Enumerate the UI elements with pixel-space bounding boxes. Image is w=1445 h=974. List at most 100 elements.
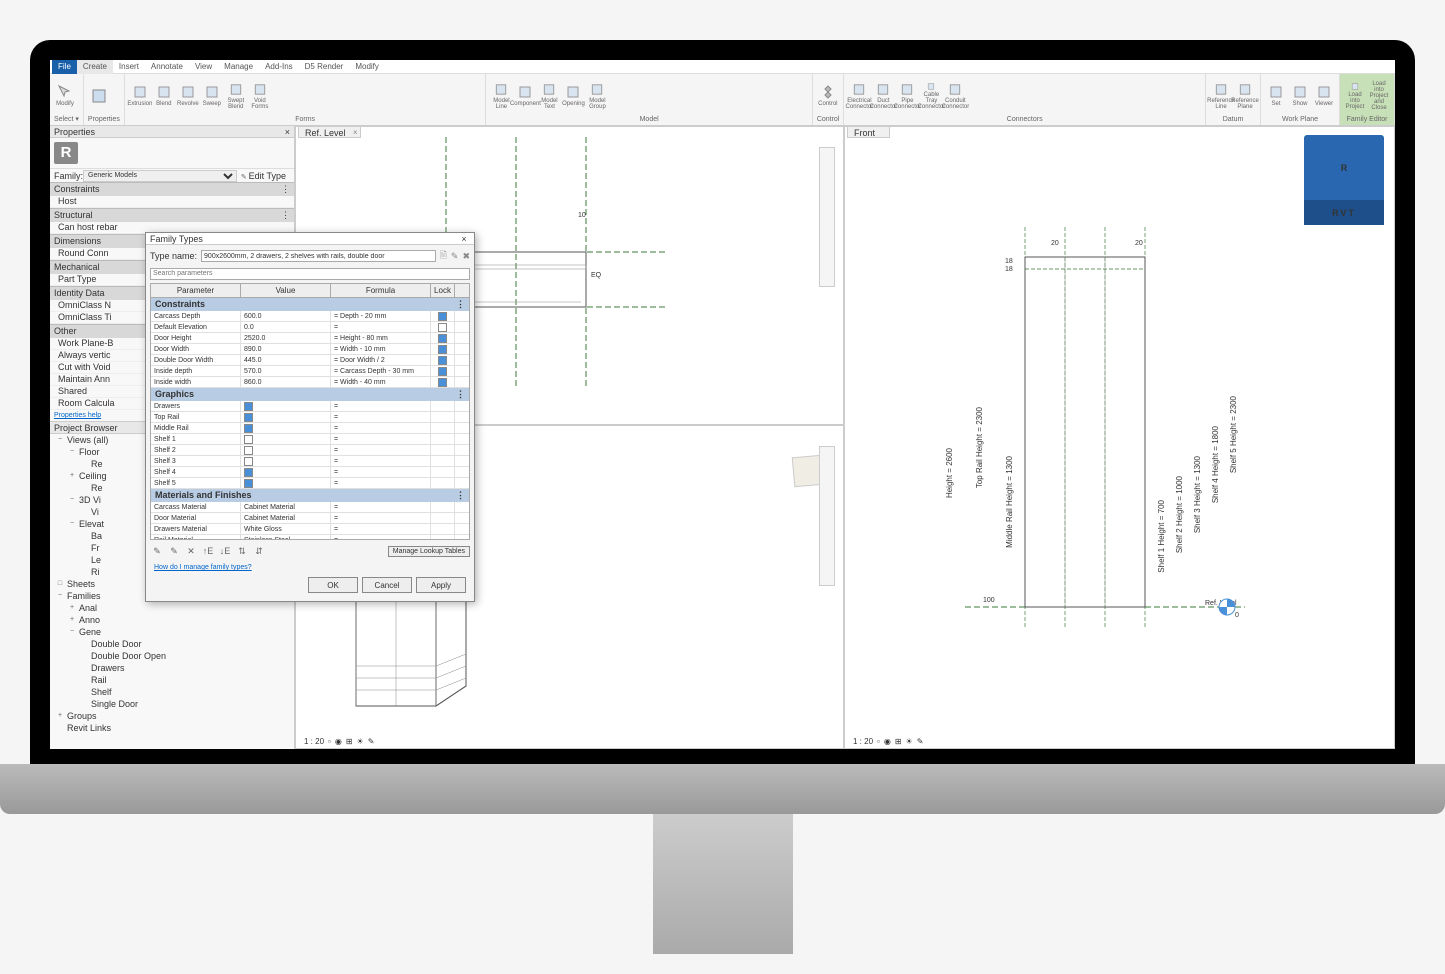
param-row[interactable]: Door Height2520.0= Height - 80 mm [151,333,469,344]
sort-desc-icon[interactable]: ⇵ [252,544,266,558]
navigation-bar[interactable] [819,147,835,287]
show-button[interactable]: Show [1289,82,1311,110]
cancel-button[interactable]: Cancel [362,577,412,593]
type-name-input[interactable] [201,250,436,262]
delete-type-icon[interactable]: ✖ [462,251,470,262]
new-type-icon[interactable]: 🗎 [440,248,447,264]
navigation-bar[interactable] [819,446,835,586]
modify-param-icon[interactable]: ✎ [167,544,181,558]
move-up-icon[interactable]: ↑E [201,544,215,558]
view-control-bar[interactable]: 1 : 20▫◉⊞☀✎ [304,737,374,746]
tree-item[interactable]: Revit Links [50,722,294,734]
viewport-front[interactable]: Front R RVT [844,126,1395,749]
tab-manage[interactable]: Manage [218,60,259,74]
param-row[interactable]: Shelf 2= [151,445,469,456]
tab-annotate[interactable]: Annotate [145,60,189,74]
search-input[interactable] [150,268,470,280]
sweptblend-button[interactable]: Swept Blend [225,82,247,110]
param-section[interactable]: Materials and Finishes⋮ [151,489,469,502]
elec-button[interactable]: Electrical Connector [848,82,870,110]
prop-row[interactable]: Host [50,196,294,208]
param-row[interactable]: Inside width860.0= Width - 40 mm [151,377,469,388]
manage-lookup-button[interactable]: Manage Lookup Tables [388,546,470,557]
pipe-button[interactable]: Pipe Connector [896,82,918,110]
tree-item[interactable]: Double Door Open [50,650,294,662]
component-button[interactable]: Component [514,82,536,110]
apply-button[interactable]: Apply [416,577,466,593]
refplane-button[interactable]: Reference Plane [1234,82,1256,110]
param-row[interactable]: Shelf 4= [151,467,469,478]
param-row[interactable]: Top Rail= [151,412,469,423]
edit-type-button[interactable]: ✎ Edit Type [237,171,290,181]
col-lock[interactable]: Lock [431,284,455,297]
close-icon[interactable]: × [353,127,358,139]
param-row[interactable]: Carcass Depth600.0= Depth - 20 mm [151,311,469,322]
tree-item[interactable]: +Groups [50,710,294,722]
view-control-bar[interactable]: 1 : 20▫◉⊞☀✎ [853,737,923,746]
family-select[interactable]: Generic Models [83,170,237,182]
tab-addins[interactable]: Add-Ins [259,60,299,74]
col-formula[interactable]: Formula [331,284,431,297]
revolve-button[interactable]: Revolve [177,82,199,110]
param-section[interactable]: Constraints⋮ [151,298,469,311]
param-row[interactable]: Middle Rail= [151,423,469,434]
tree-item[interactable]: −Gene [50,626,294,638]
param-section[interactable]: Graphics⋮ [151,388,469,401]
tab-modify[interactable]: Modify [349,60,385,74]
param-row[interactable]: Double Door Width445.0= Door Width / 2 [151,355,469,366]
cable-button[interactable]: Cable Tray Connector [920,82,942,110]
opening-button[interactable]: Opening [562,82,584,110]
modelgroup-button[interactable]: Model Group [586,82,608,110]
param-row[interactable]: Door Width890.0= Width - 10 mm [151,344,469,355]
tree-item[interactable]: Single Door [50,698,294,710]
tab-d5render[interactable]: D5 Render [299,60,350,74]
param-row[interactable]: Default Elevation0.0= [151,322,469,333]
param-row[interactable]: Shelf 3= [151,456,469,467]
col-value[interactable]: Value [241,284,331,297]
tab-file[interactable]: File [52,60,77,74]
tree-item[interactable]: Drawers [50,662,294,674]
tab-create[interactable]: Create [77,60,113,74]
modify-button[interactable]: Modify [54,81,76,109]
param-row[interactable]: Shelf 5= [151,478,469,489]
close-icon[interactable]: × [458,233,470,244]
param-row[interactable]: Carcass MaterialCabinet Material= [151,502,469,513]
new-param-icon[interactable]: ✎ [150,544,164,558]
tab-view[interactable]: View [189,60,218,74]
modeltext-button[interactable]: Model Text [538,82,560,110]
void-button[interactable]: Void Forms [249,82,271,110]
prop-section[interactable]: Constraints⋮ [50,182,294,196]
family-types-help-link[interactable]: How do I manage family types? [150,562,470,573]
properties-button[interactable] [88,82,110,110]
ok-button[interactable]: OK [308,577,358,593]
param-row[interactable]: Shelf 1= [151,434,469,445]
tree-item[interactable]: +Anno [50,614,294,626]
control-button[interactable]: Control [817,82,839,110]
duct-button[interactable]: Duct Connector [872,82,894,110]
sweep-button[interactable]: Sweep [201,82,223,110]
tab-insert[interactable]: Insert [113,60,145,74]
extrusion-button[interactable]: Extrusion [129,82,151,110]
loadclose-button[interactable]: Load into Project and Close [1368,82,1390,110]
move-down-icon[interactable]: ↓E [218,544,232,558]
col-parameter[interactable]: Parameter [151,284,241,297]
blend-button[interactable]: Blend [153,82,175,110]
close-icon[interactable]: × [285,126,290,137]
viewer-button[interactable]: Viewer [1313,82,1335,110]
refline-button[interactable]: Reference Line [1210,82,1232,110]
sort-asc-icon[interactable]: ⇅ [235,544,249,558]
tree-item[interactable]: +Anal [50,602,294,614]
conduit-button[interactable]: Conduit Connector [944,82,966,110]
load-button[interactable]: Load into Project [1344,82,1366,110]
tree-item[interactable]: Double Door [50,638,294,650]
param-row[interactable]: Inside depth570.0= Carcass Depth - 30 mm [151,366,469,377]
param-row[interactable]: Door MaterialCabinet Material= [151,513,469,524]
tree-item[interactable]: Shelf [50,686,294,698]
set-button[interactable]: Set [1265,82,1287,110]
tree-item[interactable]: Rail [50,674,294,686]
rename-type-icon[interactable]: ✎ [451,251,459,262]
delete-param-icon[interactable]: ✕ [184,544,198,558]
param-row[interactable]: Drawers MaterialWhite Gloss= [151,524,469,535]
prop-section[interactable]: Structural⋮ [50,208,294,222]
param-row[interactable]: Drawers= [151,401,469,412]
